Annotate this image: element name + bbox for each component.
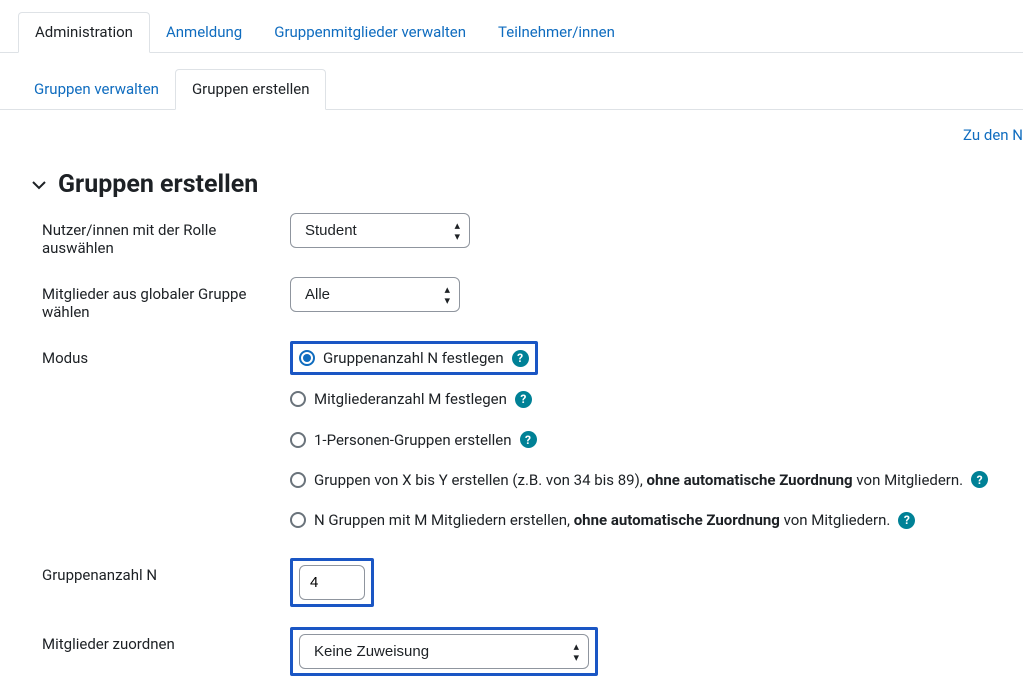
select-global-group[interactable]: Alle [290,277,460,312]
radio-label-mitgliederanzahl-m: Mitgliederanzahl M festlegen [314,389,507,409]
radio-x-bis-y[interactable] [290,472,306,488]
row-role: Nutzer/innen mit der Rolle auswählen Stu… [30,213,1013,257]
radio-label-1-personen: 1-Personen-Gruppen erstellen [314,430,512,450]
input-groupcount[interactable] [299,565,365,600]
row-groupcount: Gruppenanzahl N [30,558,1013,607]
tab-gruppenmitglieder[interactable]: Gruppenmitglieder verwalten [258,13,482,52]
highlight-box-groupcount [290,558,374,607]
section-header[interactable]: Gruppen erstellen [30,170,1013,199]
highlight-box-modus1: Gruppenanzahl N festlegen ? [290,341,538,375]
select-role[interactable]: Student [290,213,470,248]
radio-option-mitgliederanzahl: Mitgliederanzahl M festlegen ? [290,389,1013,409]
tab-administration[interactable]: Administration [18,12,150,53]
help-icon[interactable]: ? [520,431,537,448]
help-icon[interactable]: ? [898,512,915,529]
row-assign: Mitglieder zuordnen Keine Zuweisung ▴▾ [30,627,1013,676]
primary-tabs: Administration Anmeldung Gruppenmitglied… [0,0,1023,53]
highlight-box-assign: Keine Zuweisung ▴▾ [290,627,598,676]
tab-gruppen-verwalten[interactable]: Gruppen verwalten [18,70,175,109]
radio-mitgliederanzahl-m[interactable] [290,391,306,407]
tab-teilnehmer[interactable]: Teilnehmer/innen [482,13,631,52]
select-assign[interactable]: Keine Zuweisung [299,634,589,669]
label-global-group: Mitglieder aus globaler Gruppe wählen [30,277,290,321]
help-icon[interactable]: ? [512,350,529,367]
label-assign: Mitglieder zuordnen [30,627,290,653]
radio-option-x-bis-y: Gruppen von X bis Y erstellen (z.B. von … [290,470,1013,490]
radio-label-gruppenanzahl-n: Gruppenanzahl N festlegen [323,348,504,368]
radio-label-x-bis-y: Gruppen von X bis Y erstellen (z.B. von … [314,470,963,490]
label-modus: Modus [30,341,290,367]
radio-gruppenanzahl-n[interactable] [299,350,315,366]
content: Gruppen erstellen Nutzer/innen mit der R… [0,144,1023,696]
chevron-down-icon [30,176,48,194]
tab-anmeldung[interactable]: Anmeldung [150,13,258,52]
radio-label-n-m: N Gruppen mit M Mitgliedern erstellen, o… [314,510,890,530]
label-role: Nutzer/innen mit der Rolle auswählen [30,213,290,257]
radio-n-m[interactable] [290,512,306,528]
label-groupcount: Gruppenanzahl N [30,558,290,584]
radio-option-n-m: N Gruppen mit M Mitgliedern erstellen, o… [290,510,1013,530]
help-icon[interactable]: ? [515,391,532,408]
top-right-link[interactable]: Zu den N [0,110,1023,144]
section-title: Gruppen erstellen [58,170,258,199]
radio-1-personen[interactable] [290,432,306,448]
radio-option-1person: 1-Personen-Gruppen erstellen ? [290,430,1013,450]
row-global-group: Mitglieder aus globaler Gruppe wählen Al… [30,277,1013,321]
secondary-tabs: Gruppen verwalten Gruppen erstellen [0,53,1023,110]
row-modus: Modus Gruppenanzahl N festlegen ? Mitgli… [30,341,1013,538]
tab-gruppen-erstellen[interactable]: Gruppen erstellen [175,69,327,110]
help-icon[interactable]: ? [971,471,988,488]
